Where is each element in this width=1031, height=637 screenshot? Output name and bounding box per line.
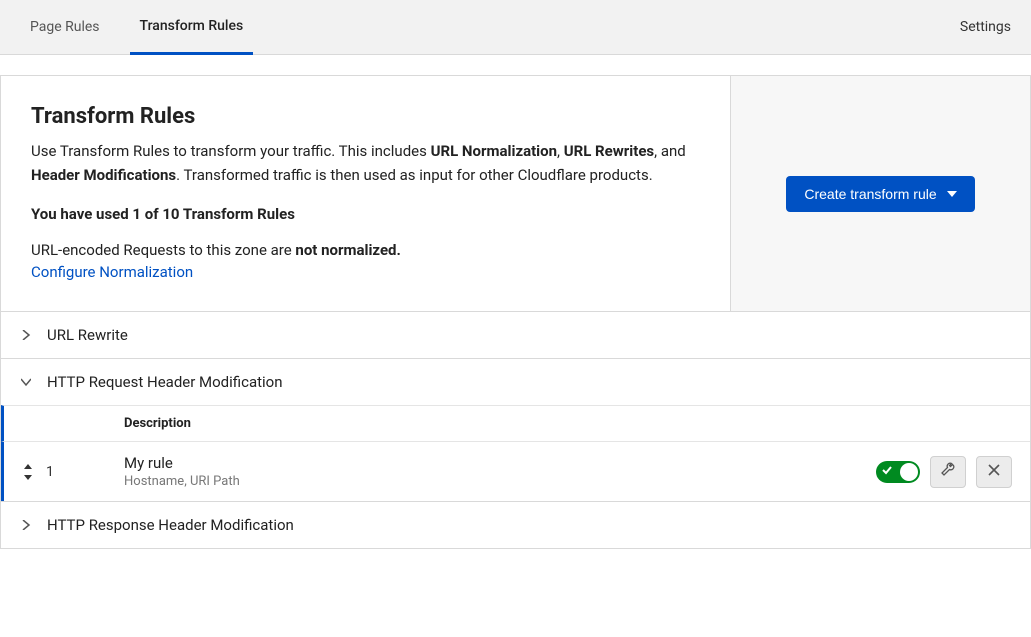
- page-description: Use Transform Rules to transform your tr…: [31, 139, 700, 187]
- section-header-http-request[interactable]: HTTP Request Header Modification: [1, 359, 1030, 405]
- usage-count: You have used 1 of 10 Transform Rules: [31, 205, 700, 223]
- close-icon: [987, 463, 1001, 481]
- caret-down-icon: [947, 191, 957, 197]
- tab-settings[interactable]: Settings: [960, 19, 1011, 35]
- edit-rule-button[interactable]: [930, 456, 966, 488]
- header-panel-right: Create transform rule: [730, 76, 1030, 311]
- header-panel-left: Transform Rules Use Transform Rules to t…: [1, 76, 730, 311]
- wrench-icon: [940, 462, 956, 482]
- section-title: HTTP Response Header Modification: [47, 516, 294, 534]
- section-header-url-rewrite[interactable]: URL Rewrite: [1, 312, 1030, 358]
- rule-enabled-toggle[interactable]: [876, 461, 920, 483]
- delete-rule-button[interactable]: [976, 456, 1012, 488]
- column-header-description: Description: [124, 416, 191, 431]
- table-row: 1 My rule Hostname, URI Path: [1, 441, 1030, 501]
- row-index: 1: [46, 464, 86, 480]
- section-header-http-response[interactable]: HTTP Response Header Modification: [1, 502, 1030, 548]
- chevron-down-icon: [19, 377, 33, 387]
- section-title: URL Rewrite: [47, 326, 128, 344]
- page-title: Transform Rules: [31, 104, 700, 129]
- rule-subtitle: Hostname, URI Path: [124, 474, 876, 489]
- chevron-right-icon: [19, 330, 33, 340]
- section-url-rewrite: URL Rewrite: [0, 312, 1031, 359]
- section-http-request-header: HTTP Request Header Modification Descrip…: [0, 359, 1031, 502]
- create-transform-rule-button[interactable]: Create transform rule: [786, 176, 974, 212]
- table-header-row: Description: [1, 405, 1030, 441]
- row-actions: [876, 456, 1012, 488]
- create-button-label: Create transform rule: [804, 186, 936, 202]
- header-panel: Transform Rules Use Transform Rules to t…: [0, 75, 1031, 312]
- check-icon: [882, 464, 892, 478]
- chevron-right-icon: [19, 520, 33, 530]
- tab-bar: Page Rules Transform Rules Settings: [0, 0, 1031, 55]
- tab-transform-rules[interactable]: Transform Rules: [130, 0, 254, 55]
- rule-title: My rule: [124, 454, 876, 472]
- section-http-response-header: HTTP Response Header Modification: [0, 502, 1031, 549]
- configure-normalization-link[interactable]: Configure Normalization: [31, 263, 193, 281]
- drag-handle-icon[interactable]: [22, 464, 46, 480]
- section-title: HTTP Request Header Modification: [47, 373, 283, 391]
- normalization-status: URL-encoded Requests to this zone are no…: [31, 241, 700, 259]
- tab-page-rules[interactable]: Page Rules: [20, 0, 110, 55]
